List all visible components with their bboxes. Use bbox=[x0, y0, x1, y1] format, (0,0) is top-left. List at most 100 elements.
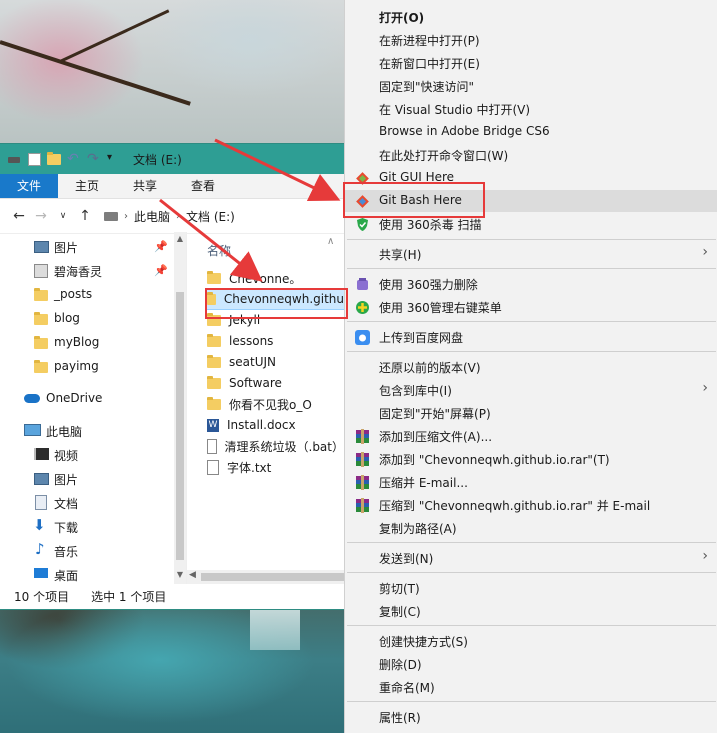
nav-item-desktop[interactable]: 桌面 bbox=[0, 563, 172, 584]
menu-label: 压缩到 "Chevonneqwh.github.io.rar" 并 E-mail bbox=[379, 499, 651, 513]
winrar-icon bbox=[355, 452, 370, 467]
onedrive-cloud-icon bbox=[24, 394, 40, 403]
menu-item-share[interactable]: 共享(H) › bbox=[345, 243, 717, 265]
menu-item-compress-email[interactable]: 压缩并 E-mail... bbox=[345, 471, 717, 493]
recent-locations-chevron-icon[interactable]: ∨ bbox=[54, 211, 72, 221]
menu-item-open-cmd[interactable]: 在此处打开命令窗口(W) bbox=[345, 144, 717, 166]
nav-item-documents[interactable]: 文档 bbox=[0, 491, 172, 515]
chevron-right-icon[interactable]: › bbox=[176, 211, 180, 222]
menu-item-add-to-rar[interactable]: 添加到 "Chevonneqwh.github.io.rar"(T) bbox=[345, 448, 717, 470]
item-count: 10 个项目 bbox=[14, 590, 70, 604]
menu-item-restore-versions[interactable]: 还原以前的版本(V) bbox=[345, 356, 717, 378]
nav-item-this-pc[interactable]: 此电脑 bbox=[0, 419, 172, 443]
back-arrow-icon[interactable]: ← bbox=[10, 208, 28, 224]
checkbox-properties-icon[interactable] bbox=[28, 152, 41, 166]
menu-item-include-library[interactable]: 包含到库中(I) › bbox=[345, 379, 717, 401]
menu-item-open-new-process[interactable]: 在新进程中打开(P) bbox=[345, 29, 717, 51]
nav-item-blog[interactable]: blog bbox=[0, 307, 172, 331]
menu-item-open-new-window[interactable]: 在新窗口中打开(E) bbox=[345, 52, 717, 74]
breadcrumb-this-pc[interactable]: 此电脑 bbox=[134, 208, 170, 225]
file-name: Software bbox=[229, 376, 282, 390]
scroll-down-icon[interactable]: ▼ bbox=[174, 570, 186, 579]
undo-icon[interactable]: ↶ bbox=[67, 152, 81, 166]
menu-label: 包含到库中(I) bbox=[379, 384, 452, 398]
menu-item-rename[interactable]: 重命名(M) bbox=[345, 676, 717, 698]
list-item[interactable]: 你看不见我o_O bbox=[207, 394, 344, 414]
nav-item-payimg[interactable]: payimg bbox=[0, 355, 172, 379]
scroll-left-icon[interactable]: ◀ bbox=[189, 570, 196, 580]
menu-item-baidu-upload[interactable]: 上传到百度网盘 bbox=[345, 326, 717, 348]
customize-dropdown-icon[interactable]: ▾ bbox=[107, 152, 121, 166]
menu-item-cut[interactable]: 剪切(T) bbox=[345, 577, 717, 599]
menu-item-adobe-bridge[interactable]: Browse in Adobe Bridge CS6 bbox=[345, 121, 717, 143]
list-item[interactable]: 字体.txt bbox=[207, 457, 344, 477]
file-name: 你看不见我o_O bbox=[229, 397, 312, 412]
nav-item-pictures[interactable]: 图片 bbox=[0, 467, 172, 491]
up-arrow-icon[interactable]: ↑ bbox=[76, 208, 94, 224]
menu-item-open-visual-studio[interactable]: 在 Visual Studio 中打开(V) bbox=[345, 98, 717, 120]
breadcrumb[interactable]: › 此电脑 › 文档 (E:) bbox=[104, 208, 235, 225]
tab-share[interactable]: 共享 bbox=[116, 174, 174, 198]
tab-file[interactable]: 文件 bbox=[0, 174, 59, 198]
forward-arrow-icon[interactable]: → bbox=[32, 208, 50, 224]
column-header-name[interactable]: 名称 bbox=[207, 242, 231, 259]
chevron-up-icon[interactable]: ∧ bbox=[327, 236, 334, 247]
menu-separator bbox=[347, 625, 716, 626]
redo-icon[interactable]: ↷ bbox=[87, 152, 101, 166]
nav-item-onedrive[interactable]: OneDrive bbox=[0, 387, 172, 411]
file-explorer-window: ↶ ↷ ▾ 文档 (E:) 文件 主页 共享 查看 ← → ∨ ↑ › 此电脑 … bbox=[0, 144, 351, 609]
pin-icon[interactable]: 📌 bbox=[154, 240, 168, 253]
nav-scrollbar[interactable]: ▲ ▼ bbox=[174, 232, 186, 584]
new-folder-icon[interactable] bbox=[47, 152, 61, 166]
file-name: Chevonne。 bbox=[229, 271, 302, 286]
nav-label: _posts bbox=[54, 287, 93, 301]
menu-label: 使用 360杀毒 扫描 bbox=[379, 218, 482, 232]
menu-item-pin-quick-access[interactable]: 固定到"快速访问" bbox=[345, 75, 717, 97]
scrollbar-thumb[interactable] bbox=[201, 573, 351, 581]
menu-item-copy-as-path[interactable]: 复制为路径(A) bbox=[345, 517, 717, 539]
menu-item-360-manage[interactable]: 使用 360管理右键菜单 bbox=[345, 296, 717, 318]
menu-item-create-shortcut[interactable]: 创建快捷方式(S) bbox=[345, 630, 717, 652]
nav-item-videos[interactable]: 视频 bbox=[0, 443, 172, 467]
menu-item-send-to[interactable]: 发送到(N) › bbox=[345, 547, 717, 569]
list-item[interactable]: lessons bbox=[207, 331, 344, 351]
menu-label: 在新进程中打开(P) bbox=[379, 34, 480, 48]
menu-item-properties[interactable]: 属性(R) bbox=[345, 706, 717, 728]
menu-item-open[interactable]: 打开(O) bbox=[345, 6, 717, 28]
computer-icon bbox=[104, 211, 118, 221]
list-item[interactable]: Software bbox=[207, 373, 344, 393]
list-item[interactable]: 清理系统垃圾（.bat） bbox=[207, 436, 344, 456]
file-list-hscrollbar[interactable]: ◀ bbox=[187, 570, 351, 584]
nav-label: payimg bbox=[54, 359, 99, 373]
chevron-right-icon[interactable]: › bbox=[124, 211, 128, 222]
file-name: seatUJN bbox=[229, 355, 276, 369]
tab-home[interactable]: 主页 bbox=[58, 174, 116, 198]
menu-item-compress-rar-email[interactable]: 压缩到 "Chevonneqwh.github.io.rar" 并 E-mail bbox=[345, 494, 717, 516]
scroll-up-icon[interactable]: ▲ bbox=[174, 234, 186, 243]
nav-item-posts[interactable]: _posts bbox=[0, 283, 172, 307]
nav-item-myblog[interactable]: myBlog bbox=[0, 331, 172, 355]
nav-item-music[interactable]: ♪ 音乐 bbox=[0, 539, 172, 563]
list-item[interactable]: seatUJN bbox=[207, 352, 344, 372]
nav-item-downloads[interactable]: ⬇ 下载 bbox=[0, 515, 172, 539]
winrar-icon bbox=[355, 475, 370, 490]
window-title: 文档 (E:) bbox=[133, 152, 182, 167]
menu-item-delete[interactable]: 删除(D) bbox=[345, 653, 717, 675]
pin-icon[interactable]: 📌 bbox=[154, 264, 168, 277]
music-note-icon: ♪ bbox=[35, 540, 45, 558]
list-item[interactable]: W Install.docx bbox=[207, 415, 344, 435]
menu-item-360-delete[interactable]: 使用 360强力删除 bbox=[345, 273, 717, 295]
breadcrumb-drive-e[interactable]: 文档 (E:) bbox=[186, 208, 235, 225]
menu-item-pin-start[interactable]: 固定到"开始"屏幕(P) bbox=[345, 402, 717, 424]
menu-separator bbox=[347, 572, 716, 573]
file-list: 名称 ∧ Chevonne。 Chevonneqwh.githu Jekyll … bbox=[187, 232, 344, 584]
nav-item-pictures-quick[interactable]: 图片 📌 bbox=[0, 235, 172, 259]
menu-label: Browse in Adobe Bridge CS6 bbox=[379, 124, 550, 138]
menu-item-add-archive[interactable]: 添加到压缩文件(A)... bbox=[345, 425, 717, 447]
scrollbar-thumb[interactable] bbox=[176, 292, 184, 560]
nav-item-bihaixiangling[interactable]: 碧海香灵 📌 bbox=[0, 259, 172, 283]
list-item[interactable]: Chevonne。 bbox=[207, 268, 344, 288]
tab-view[interactable]: 查看 bbox=[174, 174, 232, 198]
menu-item-copy[interactable]: 复制(C) bbox=[345, 600, 717, 622]
title-bar[interactable]: ↶ ↷ ▾ 文档 (E:) bbox=[0, 144, 344, 174]
